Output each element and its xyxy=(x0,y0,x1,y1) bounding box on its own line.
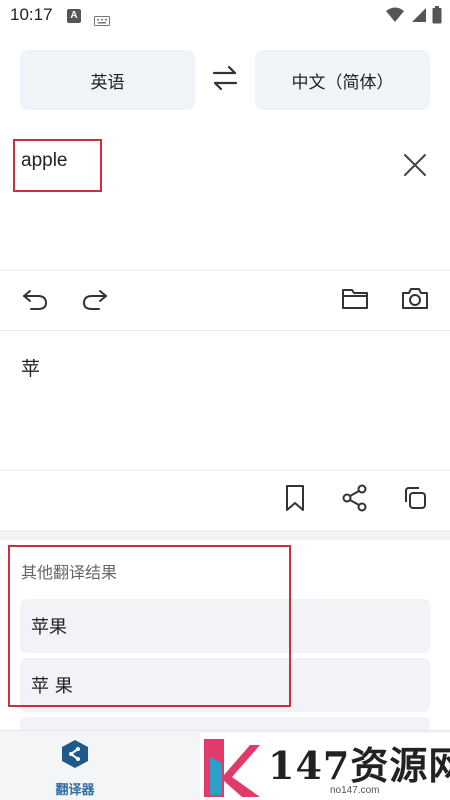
close-icon xyxy=(401,154,429,183)
swap-arrows-icon xyxy=(211,65,239,95)
notification-a-icon: A xyxy=(67,9,81,23)
nav-label-translator: 翻译器 xyxy=(55,783,95,798)
status-time: 10:17 xyxy=(10,5,53,24)
translator-logo-icon xyxy=(61,739,89,773)
clear-input-button[interactable] xyxy=(401,151,429,179)
source-language-label: 英语 xyxy=(90,72,125,93)
watermark-text: 147资源网 xyxy=(268,743,450,788)
undo-button[interactable] xyxy=(20,285,50,315)
watermark: 147资源网 no147.com xyxy=(200,733,450,800)
undo-icon xyxy=(21,284,49,316)
battery-icon xyxy=(432,6,442,28)
redo-icon xyxy=(81,284,109,316)
share-button[interactable] xyxy=(340,484,370,516)
highlight-box-alternatives xyxy=(8,545,291,707)
share-icon xyxy=(341,484,369,516)
folder-icon xyxy=(341,285,369,315)
watermark-logo-icon xyxy=(202,737,264,800)
bookmark-button[interactable] xyxy=(280,485,310,515)
swap-languages-button[interactable] xyxy=(208,64,242,96)
divider xyxy=(0,330,450,331)
divider xyxy=(0,270,450,271)
watermark-url: no147.com xyxy=(330,785,380,796)
open-file-button[interactable] xyxy=(340,285,370,315)
section-separator xyxy=(0,530,450,540)
highlight-box-input xyxy=(13,139,102,192)
divider xyxy=(0,470,450,471)
source-language-button[interactable]: 英语 xyxy=(20,50,195,110)
copy-icon xyxy=(402,485,428,515)
target-language-button[interactable]: 中文（简体） xyxy=(255,50,430,110)
translation-result: 苹 xyxy=(21,358,41,380)
status-bar: 10:17 A xyxy=(0,0,450,32)
bookmark-icon xyxy=(282,484,308,516)
copy-button[interactable] xyxy=(400,485,430,515)
signal-icon xyxy=(410,7,426,27)
nav-item-translator[interactable]: 翻译器 xyxy=(45,739,105,798)
keyboard-icon xyxy=(94,11,110,30)
camera-icon xyxy=(401,285,429,315)
redo-button[interactable] xyxy=(80,285,110,315)
camera-button[interactable] xyxy=(400,285,430,315)
target-language-label: 中文（简体） xyxy=(291,72,394,93)
wifi-icon xyxy=(386,7,404,27)
